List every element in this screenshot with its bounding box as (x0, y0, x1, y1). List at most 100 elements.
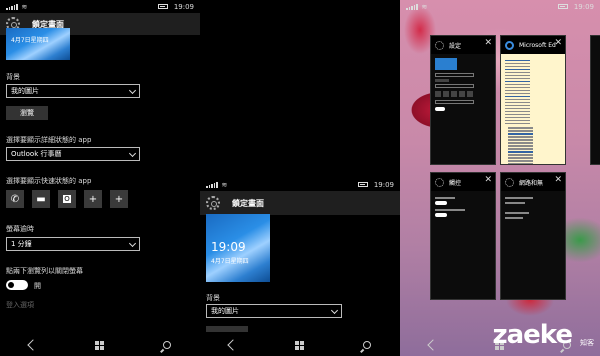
back-icon[interactable] (227, 339, 239, 351)
gear-icon (505, 177, 514, 187)
thumbnail-line (505, 202, 525, 204)
background-label: 背景 (6, 73, 20, 81)
lockscreen-preview: 4月7日星期四 (6, 28, 70, 60)
thumbnail-line (435, 209, 465, 211)
windows-icon[interactable] (295, 340, 305, 350)
signal-icon (6, 3, 18, 10)
task-card-edge[interactable]: Microsoft Ed ✕ (500, 35, 566, 165)
signal-icon (406, 3, 418, 10)
preview-time: 19:09 (211, 240, 246, 254)
status-bar: ≋ 19:09 (0, 0, 200, 13)
search-icon[interactable] (162, 341, 171, 349)
double-tap-toggle[interactable] (6, 280, 28, 290)
thumbnail-preview (435, 58, 457, 70)
timeout-label: 螢幕逾時 (6, 225, 34, 233)
settings-lockscreen-panel-2: ≋ 19:09 鎖定畫面 19:09 4月7日星期四 背景 我的圖片 (200, 0, 400, 356)
background-label: 背景 (206, 294, 220, 302)
nav-bar (200, 334, 400, 356)
chevron-down-icon (128, 149, 137, 158)
chevron-down-icon (128, 86, 137, 95)
task-card-settings[interactable]: 設定 ✕ (430, 35, 496, 165)
chevron-down-icon (330, 306, 339, 315)
thumbnail-line (505, 217, 523, 219)
message-icon: ▬ (36, 193, 46, 205)
gear-icon (435, 177, 444, 187)
status-time: 19:09 (373, 180, 394, 189)
edge-icon (505, 40, 514, 50)
thumbnail-toggle (435, 107, 445, 111)
settings-lockscreen-panel: ≋ 19:09 鎖定畫面 4月7日星期四 背景 我的圖片 瀏覽 選擇要顯示詳細狀… (0, 0, 200, 356)
quick-status-outlook[interactable]: O (58, 190, 76, 208)
close-icon[interactable]: ✕ (554, 39, 562, 48)
outlook-icon: O (63, 195, 71, 203)
quick-app-label: 選擇要顯示快速狀態的 app (6, 177, 92, 185)
quick-status-add-2[interactable]: + (110, 190, 128, 208)
quick-status-message[interactable]: ▬ (32, 190, 50, 208)
search-icon[interactable] (362, 341, 371, 349)
watermark-sub: 知客 (580, 339, 594, 347)
signal-icon (206, 181, 218, 188)
add-icon: + (88, 193, 98, 205)
preview-date: 4月7日星期四 (211, 258, 249, 265)
thumbnail-tiles (435, 91, 491, 97)
back-icon[interactable] (427, 339, 439, 351)
detail-app-dropdown[interactable]: Outlook 行事曆 (6, 147, 140, 161)
wifi-icon: ≋ (421, 2, 428, 11)
page-header: 鎖定畫面 (200, 191, 400, 215)
task-card-content (501, 54, 565, 164)
thumbnail-column (508, 126, 533, 164)
close-icon[interactable]: ✕ (484, 39, 492, 48)
timeout-value: 1 分鐘 (11, 240, 32, 248)
task-switcher-panel: ≋ 19:09 設定 ✕ Microsoft Ed ✕ 觸控 ✕ 網路和無 ✕ … (400, 0, 600, 356)
close-icon[interactable]: ✕ (554, 176, 562, 185)
wifi-icon: ≋ (221, 180, 228, 189)
detail-app-label: 選擇要顯示詳細狀態的 app (6, 136, 92, 144)
thumbnail-column (505, 58, 530, 126)
nav-bar (0, 334, 200, 356)
quick-status-phone[interactable]: ✆ (6, 190, 24, 208)
browse-button-partial[interactable] (206, 326, 248, 332)
preview-date: 4月7日星期四 (11, 37, 49, 44)
close-icon[interactable]: ✕ (484, 176, 492, 185)
status-time: 19:09 (573, 2, 594, 11)
thumbnail-toggle (435, 201, 447, 205)
thumbnail-line (505, 197, 533, 199)
browse-button[interactable]: 瀏覽 (6, 106, 48, 120)
task-card-partial[interactable] (590, 35, 600, 165)
detail-app-value: Outlook 行事曆 (11, 150, 62, 158)
thumbnail-button (435, 79, 449, 82)
thumbnail-line (505, 212, 529, 214)
phone-icon: ✆ (10, 193, 20, 205)
task-card-touch[interactable]: 觸控 ✕ (430, 172, 496, 300)
status-bar: ≋ 19:09 (200, 178, 400, 191)
back-icon[interactable] (27, 339, 39, 351)
quick-status-add-1[interactable]: + (84, 190, 102, 208)
thumbnail-field (435, 73, 475, 77)
background-dropdown[interactable]: 我的圖片 (206, 304, 342, 318)
battery-icon (557, 4, 568, 9)
double-tap-label: 點兩下瀏覽列以關閉螢幕 (6, 267, 83, 275)
task-card-title: 設定 (449, 42, 462, 50)
signin-options-label: 登入選項 (6, 301, 34, 309)
task-card-content (431, 191, 495, 299)
lockscreen-preview: 19:09 4月7日星期四 (206, 214, 270, 282)
thumbnail-toggle (435, 213, 447, 217)
task-card-network[interactable]: 網路和無 ✕ (500, 172, 566, 300)
task-card-title: 觸控 (449, 179, 462, 187)
chevron-down-icon (128, 239, 137, 248)
timeout-dropdown[interactable]: 1 分鐘 (6, 237, 140, 251)
gear-icon (206, 196, 220, 210)
background-dropdown-value: 我的圖片 (211, 307, 239, 315)
task-card-title: Microsoft Ed (519, 41, 556, 49)
add-icon: + (114, 193, 124, 205)
background-dropdown[interactable]: 我的圖片 (6, 84, 140, 98)
toggle-state: 開 (34, 282, 41, 290)
status-time: 19:09 (173, 2, 194, 11)
thumbnail-line (435, 197, 455, 199)
gear-icon (435, 40, 444, 50)
windows-icon[interactable] (95, 340, 105, 350)
watermark-logo: zaeke (492, 320, 573, 350)
battery-icon (357, 182, 368, 187)
task-card-title: 網路和無 (519, 179, 544, 187)
page-title: 鎖定畫面 (232, 198, 264, 208)
